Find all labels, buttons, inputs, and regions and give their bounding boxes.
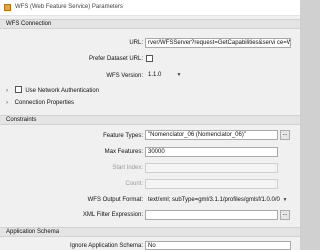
ignore-schema-label: Ignore Application Schema: bbox=[69, 243, 143, 249]
chevron-right-icon: › bbox=[6, 88, 8, 94]
fme-app-icon bbox=[4, 4, 11, 11]
connection-properties-label: Connection Properties bbox=[14, 100, 75, 106]
start-index-input[interactable] bbox=[145, 163, 278, 173]
feature-types-browse-button[interactable]: ... bbox=[280, 130, 290, 140]
ignore-schema-value: No bbox=[148, 243, 156, 249]
max-features-label: Max Features: bbox=[104, 149, 143, 155]
max-features-input[interactable]: 30000 bbox=[145, 147, 278, 157]
feature-types-label: Feature Types: bbox=[103, 133, 143, 139]
xml-filter-input[interactable] bbox=[145, 210, 278, 220]
start-index-label: Start Index: bbox=[112, 165, 143, 171]
output-format-select[interactable]: text/xml; subType=gml/3.1.1/profiles/gml… bbox=[145, 195, 291, 205]
xml-filter-browse-button[interactable]: ... bbox=[280, 210, 290, 220]
wfs-version-label: WFS Version: bbox=[106, 73, 143, 79]
output-format-value: text/xml; subType=gml/3.1.1/profiles/gml… bbox=[148, 197, 280, 203]
prefer-dataset-url-label: Prefer Dataset URL: bbox=[88, 56, 143, 62]
xml-filter-label: XML Filter Expression: bbox=[82, 212, 143, 218]
section-wfs-connection-label: WFS Connection bbox=[6, 21, 52, 27]
feature-types-input[interactable]: "Nomenclator_06 (Nomenclator_06)" bbox=[145, 130, 278, 140]
prefer-dataset-url-checkbox[interactable] bbox=[146, 55, 153, 62]
network-auth-label: Use Network Authentication bbox=[25, 88, 100, 94]
parameters-dialog: WFS (Web Feature Service) Parameters WFS… bbox=[0, 0, 300, 250]
wfs-version-select[interactable]: 1.1.0 ▼ bbox=[145, 70, 185, 80]
output-format-label: WFS Output Format: bbox=[87, 197, 143, 203]
chevron-down-icon: ▼ bbox=[282, 197, 288, 203]
wfs-version-value: 1.1.0 bbox=[148, 72, 162, 78]
count-input[interactable] bbox=[145, 179, 278, 189]
url-input[interactable]: rver/WFSServer?request=GetCapabilities&s… bbox=[145, 38, 291, 48]
window-title: WFS (Web Feature Service) Parameters bbox=[15, 4, 123, 10]
connection-properties-row[interactable]: › Connection Properties bbox=[6, 100, 74, 106]
ignore-schema-select[interactable]: No bbox=[145, 241, 291, 250]
section-constraints-label: Constraints bbox=[6, 117, 37, 123]
section-application-schema: Application Schema bbox=[0, 227, 300, 237]
section-constraints: Constraints bbox=[0, 115, 300, 125]
network-auth-checkbox[interactable] bbox=[14, 86, 22, 93]
count-label: Count: bbox=[125, 181, 143, 187]
url-label: URL: bbox=[129, 40, 143, 46]
chevron-right-icon: › bbox=[6, 100, 8, 106]
chevron-down-icon: ▼ bbox=[176, 72, 182, 78]
section-wfs-connection: WFS Connection bbox=[0, 19, 300, 29]
network-auth-row[interactable]: › Use Network Authentication bbox=[6, 86, 99, 94]
title-bar[interactable]: WFS (Web Feature Service) Parameters bbox=[0, 0, 300, 16]
section-application-schema-label: Application Schema bbox=[6, 229, 60, 235]
